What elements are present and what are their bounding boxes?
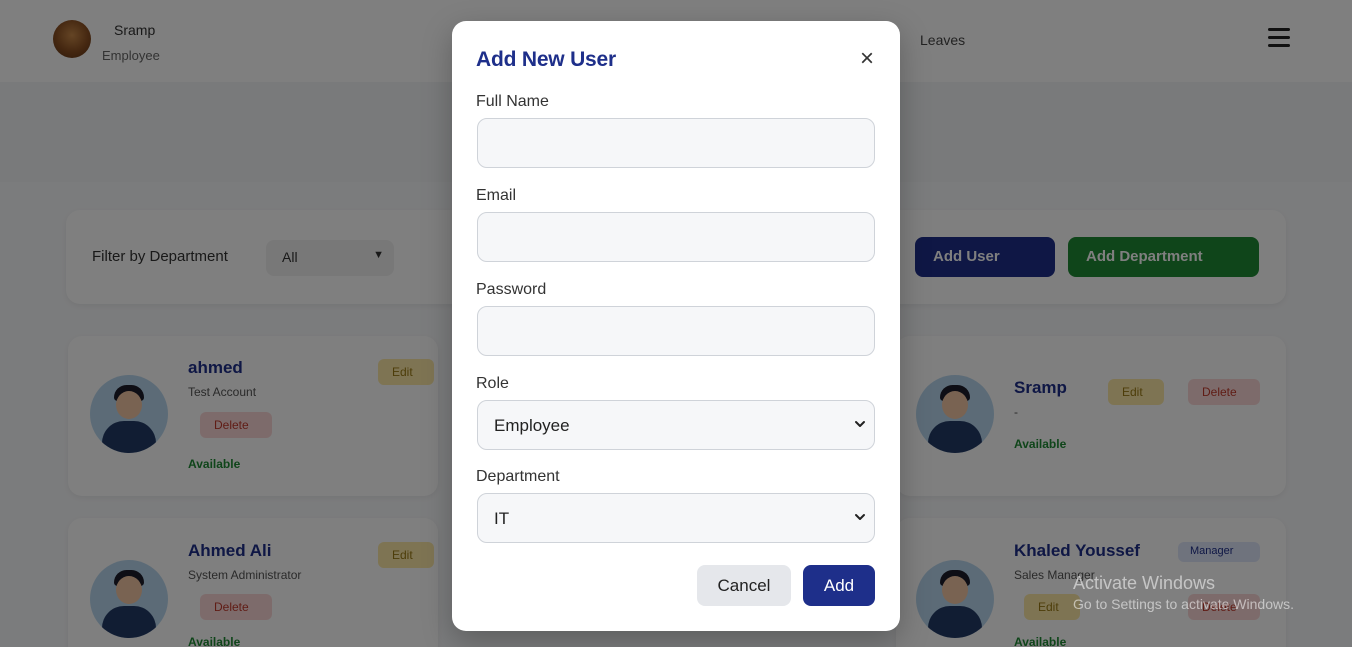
full-name-label: Full Name (476, 93, 549, 110)
add-user-modal: Add New User × Full Name Email Password … (452, 21, 900, 631)
role-label: Role (476, 375, 509, 392)
department-label: Department (476, 468, 560, 485)
full-name-input[interactable] (477, 118, 875, 168)
password-label: Password (476, 281, 547, 298)
watermark-subtitle: Go to Settings to activate Windows. (1073, 596, 1294, 612)
department-select[interactable]: IT (477, 493, 875, 543)
password-input[interactable] (477, 306, 875, 356)
watermark-title: Activate Windows (1073, 573, 1216, 593)
cancel-button[interactable]: Cancel (697, 565, 791, 606)
close-icon[interactable]: × (856, 47, 878, 71)
email-label: Email (476, 187, 517, 204)
email-input[interactable] (477, 212, 875, 262)
role-select[interactable]: Employee (477, 400, 875, 450)
add-button[interactable]: Add (803, 565, 875, 606)
windows-activation-watermark: Activate Windows Go to Settings to activ… (1073, 573, 1294, 612)
modal-title: Add New User (476, 48, 616, 71)
